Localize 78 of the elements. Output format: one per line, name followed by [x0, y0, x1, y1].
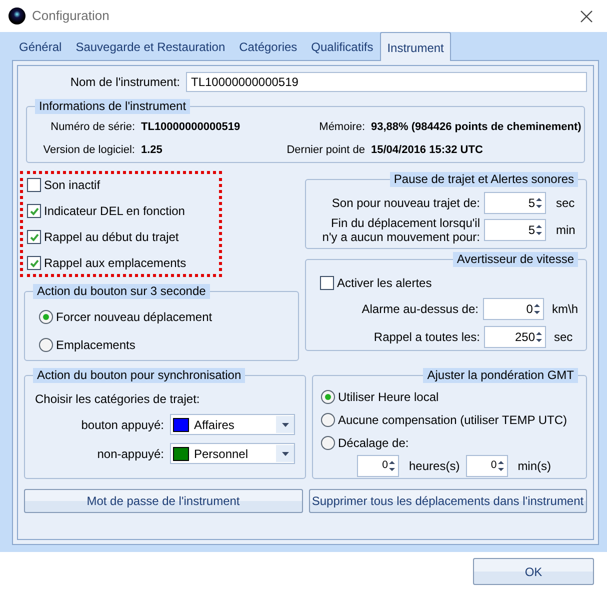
- radio-button[interactable]: [321, 413, 335, 427]
- info-value: TL10000000000519: [141, 120, 242, 135]
- checkbox[interactable]: [27, 256, 41, 270]
- dropdown-button[interactable]: [276, 445, 294, 462]
- radio-label: Aucune compensation (utiliser TEMP UTC): [338, 412, 567, 429]
- radio-label: Forcer nouveau déplacement: [56, 309, 212, 326]
- window-title: Configuration: [32, 7, 110, 26]
- spinner-arrows-icon: [532, 302, 541, 316]
- dropdown[interactable]: Affaires: [170, 414, 295, 435]
- spinner-arrows-icon: [496, 459, 505, 473]
- info-value: 93,88% (984426 points de cheminement): [371, 120, 582, 135]
- unit-label: heures(s): [409, 458, 460, 475]
- group-title: Ajuster la pondération GMT: [423, 368, 578, 383]
- field-label: Rappel a toutes les:: [372, 329, 481, 346]
- unit-label: min(s): [518, 458, 552, 475]
- field-label: Fin du déplacement lorsqu'il n'y a aucun mouvement pour:: [321, 216, 481, 244]
- number-field[interactable]: 0: [482, 298, 544, 320]
- checkbox[interactable]: [27, 230, 41, 244]
- group-title: Avertisseur de vitesse: [452, 252, 578, 267]
- group-title: Action du bouton pour synchronisation: [33, 368, 246, 383]
- group-title: Pause de trajet et Alertes sonores: [390, 172, 578, 187]
- unit-label: sec: [554, 329, 573, 346]
- number-field[interactable]: 0: [357, 455, 399, 477]
- text-field[interactable]: TL10000000000519: [186, 72, 587, 92]
- action-button[interactable]: Supprimer tous les déplacements dans l'instrument: [308, 489, 587, 513]
- spinner-arrows-icon: [388, 459, 396, 473]
- checkbox[interactable]: [27, 178, 41, 192]
- info-label: Numéro de série:: [50, 120, 135, 135]
- checkbox[interactable]: [27, 204, 41, 218]
- radio-button[interactable]: [321, 390, 335, 404]
- app-icon: [8, 7, 26, 25]
- info-value: 15/04/2016 15:32 UTC: [371, 142, 484, 158]
- spinner-arrows-icon: [535, 223, 543, 237]
- radio-label: Emplacements: [56, 337, 136, 354]
- action-button[interactable]: Mot de passe de l'instrument: [24, 489, 302, 513]
- unit-label: sec: [556, 195, 575, 212]
- close-icon[interactable]: [580, 10, 593, 22]
- field-label: non-appuyé:: [96, 446, 165, 462]
- ok-button[interactable]: OK: [473, 558, 594, 585]
- checkbox-label: Son inactif: [44, 177, 100, 194]
- checkbox-label: Rappel aux emplacements: [44, 255, 186, 272]
- spinner-arrows-icon: [535, 330, 543, 344]
- unit-label: min: [556, 222, 576, 239]
- radio-button[interactable]: [39, 338, 53, 352]
- info-label: Version de logiciel:: [42, 142, 135, 158]
- tab[interactable]: Instrument: [380, 32, 451, 61]
- caret-icon: [282, 422, 288, 426]
- caret-icon: [282, 452, 288, 456]
- field-label: Nom de l'instrument:: [69, 74, 181, 91]
- spinner-arrows-icon: [535, 196, 543, 210]
- field-label: Son pour nouveau trajet de:: [330, 196, 481, 210]
- radio-label: Utiliser Heure local: [338, 389, 439, 406]
- dropdown[interactable]: Personnel: [170, 443, 295, 464]
- info-label: Dernier point de: [286, 142, 365, 158]
- radio-button[interactable]: [321, 436, 335, 450]
- checkbox[interactable]: [320, 276, 334, 290]
- tab[interactable]: Catégories: [232, 33, 304, 60]
- checkbox-label: Indicateur DEL en fonction: [44, 203, 185, 220]
- info-label: Mémoire:: [318, 120, 365, 135]
- radio-button[interactable]: [39, 310, 53, 324]
- group-title: Informations de l'instrument: [35, 99, 190, 114]
- unit-label: km\h: [552, 301, 578, 318]
- info-value: 1.25: [141, 142, 164, 158]
- checkbox-label: Activer les alertes: [337, 275, 432, 292]
- number-field[interactable]: 0: [466, 455, 508, 477]
- dropdown-button[interactable]: [276, 416, 294, 433]
- tab[interactable]: Sauvegarde et Restauration: [68, 33, 232, 60]
- checkbox-label: Rappel au début du trajet: [44, 229, 179, 246]
- prompt-text: Choisir les catégories de trajet:: [35, 391, 201, 408]
- tab[interactable]: Général: [12, 33, 69, 60]
- field-label: Alarme au-dessus de:: [360, 301, 480, 318]
- number-field[interactable]: 250: [484, 326, 546, 348]
- number-field[interactable]: 5: [484, 192, 546, 214]
- field-label: bouton appuyé:: [80, 416, 165, 434]
- tab[interactable]: Qualificatifs: [304, 33, 380, 60]
- number-field[interactable]: 5: [484, 219, 546, 241]
- group-title: Action du bouton sur 3 seconde: [33, 284, 210, 299]
- radio-label: Décalage de:: [338, 435, 409, 452]
